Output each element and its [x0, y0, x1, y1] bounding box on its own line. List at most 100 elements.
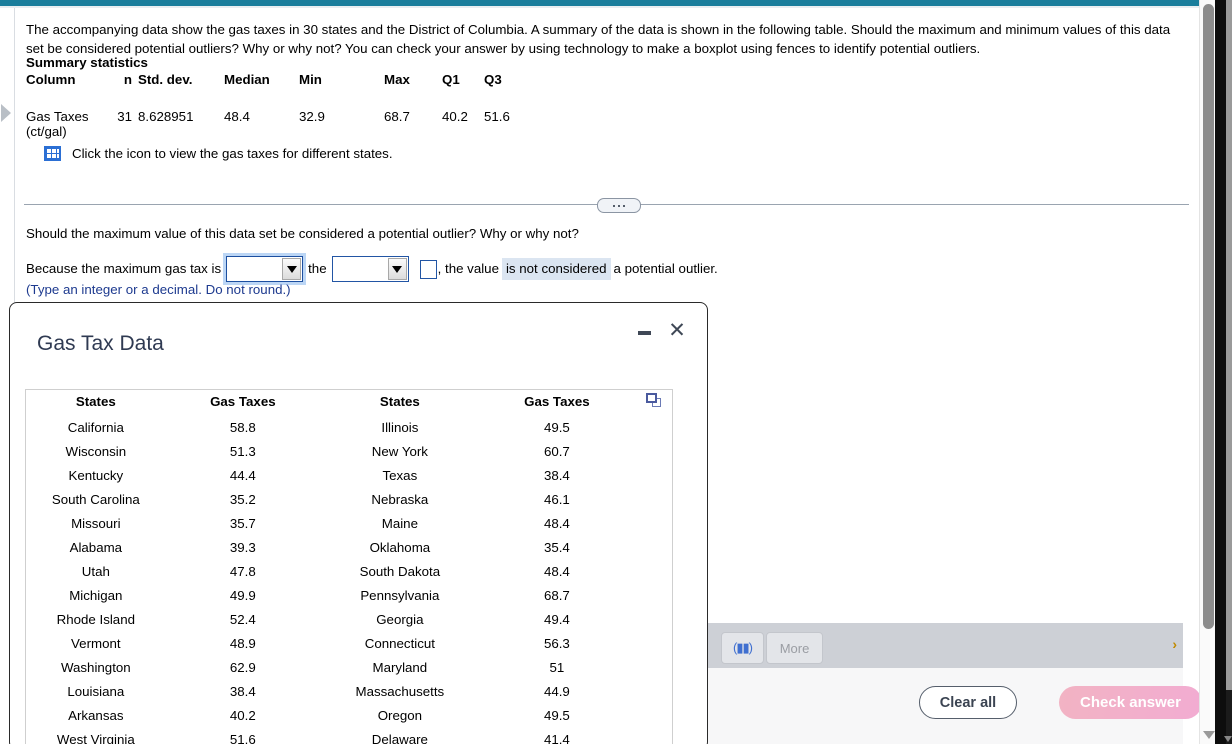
cell-tax-2: 48.4: [543, 515, 570, 531]
browser-scroll-down-arrow-icon[interactable]: [1224, 736, 1232, 742]
page-scrollbar[interactable]: [1199, 0, 1215, 744]
cell-spacer: [634, 487, 672, 511]
table-row: South Carolina 35.2 Nebraska 46.1: [26, 487, 672, 511]
cell-state-2: Oklahoma: [369, 539, 431, 555]
table-row: West Virginia 51.6 Delaware 41.4: [26, 727, 672, 744]
summary-header-q1: Q1: [442, 72, 460, 87]
cell-spacer: [634, 535, 672, 559]
cell-state-2: Nebraska: [371, 491, 429, 507]
cell-tax-2: 49.4: [543, 611, 570, 627]
summary-cell-max: 68.7: [384, 109, 410, 124]
dialog-close-button[interactable]: ✕: [665, 318, 689, 342]
summary-cell-median: 48.4: [224, 109, 250, 124]
toolbar-button-more[interactable]: More: [766, 632, 823, 664]
cell-tax-2: 44.9: [543, 683, 570, 699]
toolbar-expand-chevron-icon[interactable]: ›: [1172, 636, 1177, 652]
section-divider: [24, 198, 1189, 213]
problem-statement: The accompanying data show the gas taxes…: [26, 22, 1171, 56]
numeric-answer-input[interactable]: [419, 259, 437, 279]
gas-tax-header-taxes-2: Gas Taxes: [524, 394, 590, 409]
gas-tax-header-copy-cell: [634, 390, 672, 415]
cell-state-2: Maine: [381, 515, 418, 531]
cell-state-1: Washington: [60, 659, 131, 675]
answer-highlighted-phrase: is not considered: [501, 258, 611, 280]
collapse-panel-arrow-icon[interactable]: [1, 104, 11, 122]
cell-state-2: New York: [371, 443, 428, 459]
summary-header-row: Column n Std. dev. Median Min Max Q1 Q3: [26, 72, 524, 109]
data-icon-link[interactable]: Click the icon to view the gas taxes for…: [44, 146, 393, 161]
cell-state-2: Massachusetts: [355, 683, 445, 699]
answer-tail-text: a potential outlier.: [613, 261, 718, 276]
table-row: Michigan 49.9 Pennsylvania 68.7: [26, 583, 672, 607]
summary-statistics-title: Summary statistics: [26, 55, 148, 70]
cell-tax-1: 44.4: [229, 467, 256, 483]
cell-state-1: West Virginia: [56, 731, 135, 744]
close-icon: ✕: [668, 318, 686, 342]
summary-header-column: Column: [26, 72, 76, 87]
dot-icon: [623, 204, 625, 207]
browser-scrollbar[interactable]: [1224, 0, 1232, 744]
cell-spacer: [634, 415, 672, 439]
cell-state-2: South Dakota: [359, 563, 441, 579]
cell-tax-1: 51.6: [229, 731, 256, 744]
copy-icon-front: [645, 393, 657, 403]
summary-cell-q3: 51.6: [484, 109, 510, 124]
table-row: Washington 62.9 Maryland 51: [26, 655, 672, 679]
table-row: Vermont 48.9 Connecticut 56.3: [26, 631, 672, 655]
cell-spacer: [634, 511, 672, 535]
dot-icon: [613, 204, 615, 207]
gas-tax-header-states-1: States: [75, 394, 116, 409]
table-row: Kentucky 44.4 Texas 38.4: [26, 463, 672, 487]
cell-spacer: [634, 727, 672, 744]
cell-tax-2: 46.1: [543, 491, 570, 507]
cell-spacer: [634, 439, 672, 463]
chevron-down-icon: [392, 265, 403, 273]
gas-tax-table-body: California 58.8 Illinois 49.5 Wisconsin 51.3 N…: [26, 415, 672, 744]
cell-tax-1: 39.3: [229, 539, 256, 555]
boxplot-icon: (▮▮): [733, 640, 753, 655]
cell-state-1: Arkansas: [68, 707, 124, 723]
gas-tax-header-row: States Gas Taxes States Gas Taxes: [26, 390, 672, 415]
dropdown-fence[interactable]: [331, 256, 409, 282]
page-root: The accompanying data show the gas taxes…: [0, 0, 1232, 744]
cell-tax-2: 51: [549, 659, 565, 675]
cell-state-2: Maryland: [372, 659, 428, 675]
summary-header-q3: Q3: [484, 72, 502, 87]
cell-tax-1: 47.8: [229, 563, 256, 579]
cell-tax-2: 68.7: [543, 587, 570, 603]
cell-spacer: [634, 679, 672, 703]
cell-spacer: [634, 655, 672, 679]
cell-spacer: [634, 583, 672, 607]
summary-header-median: Median: [224, 72, 270, 87]
table-row: Utah 47.8 South Dakota 48.4: [26, 559, 672, 583]
summary-cell-q1: 40.2: [442, 109, 468, 124]
gas-tax-table-container: States Gas Taxes States Gas Taxes Califo…: [25, 389, 673, 744]
browser-scrollbar-thumb[interactable]: [1226, 0, 1232, 690]
summary-cell-min: 32.9: [299, 109, 325, 124]
action-bar: Clear all Check answer: [694, 668, 1202, 744]
copy-icon[interactable]: [645, 393, 661, 407]
dialog-minimize-button[interactable]: [633, 322, 655, 344]
collapse-section-button[interactable]: [597, 198, 641, 213]
table-grid-icon[interactable]: [44, 146, 61, 161]
dropdown-arrow-box[interactable]: [387, 258, 407, 280]
page-scrollbar-thumb[interactable]: [1203, 4, 1214, 629]
answer-comma-text: , the value: [437, 261, 499, 276]
cell-state-2: Connecticut: [364, 635, 435, 651]
summary-header-std-dev: Std. dev.: [138, 72, 193, 87]
scroll-down-arrow-icon[interactable]: [1203, 731, 1215, 739]
clear-all-button[interactable]: Clear all: [919, 686, 1017, 719]
toolbar-button-boxplot[interactable]: (▮▮): [721, 632, 764, 664]
summary-cell-n: 31: [117, 109, 132, 124]
cell-state-1: Kentucky: [68, 467, 124, 483]
dropdown-arrow-box[interactable]: [282, 258, 302, 280]
cell-state-1: Missouri: [71, 515, 121, 531]
dropdown-comparison[interactable]: [223, 253, 307, 285]
table-row: Wisconsin 51.3 New York 60.7: [26, 439, 672, 463]
table-row: Alabama 39.3 Oklahoma 35.4: [26, 535, 672, 559]
sub-question-text: Should the maximum value of this data se…: [26, 226, 579, 241]
summary-header-n: n: [123, 72, 132, 87]
check-answer-button[interactable]: Check answer: [1059, 686, 1202, 719]
gas-tax-table: States Gas Taxes States Gas Taxes Califo…: [26, 390, 672, 744]
cell-tax-1: 40.2: [229, 707, 256, 723]
